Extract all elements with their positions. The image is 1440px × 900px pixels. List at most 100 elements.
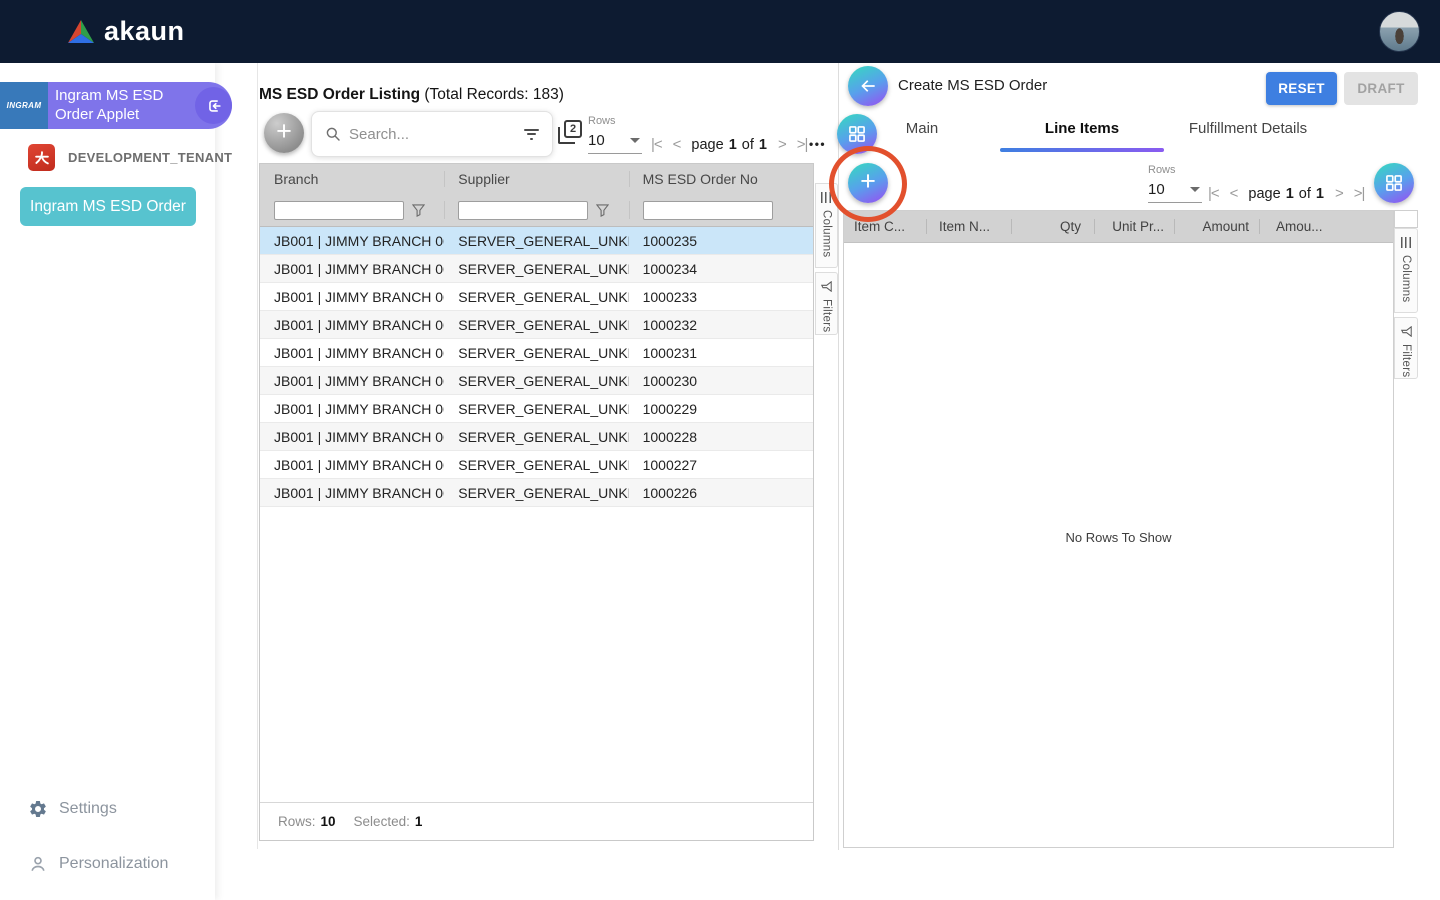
branch-filter-input[interactable]	[274, 201, 404, 220]
rows-per-page-select[interactable]: Rows 10	[1148, 164, 1202, 203]
sidebar-item-settings[interactable]: Settings	[28, 799, 117, 819]
prev-page-button[interactable]: <	[673, 136, 681, 153]
cell-branch: JB001 | JIMMY BRANCH 001	[260, 255, 444, 282]
cell-branch: JB001 | JIMMY BRANCH 001	[260, 311, 444, 338]
grid-header-row: Item C... Item N... Qty Unit Pr... Amoun…	[844, 211, 1393, 243]
create-order-panel: Create MS ESD Order RESET DRAFT Main Lin…	[838, 63, 1440, 850]
brand-name: akaun	[104, 16, 185, 47]
last-page-button[interactable]: >|	[797, 136, 808, 153]
cell-order-no: 1000226	[629, 479, 813, 506]
funnel-icon	[821, 281, 832, 292]
column-header-item-code[interactable]: Item C...	[844, 211, 926, 242]
funnel-icon[interactable]	[412, 204, 425, 217]
cell-branch: JB001 | JIMMY BRANCH 001	[260, 423, 444, 450]
table-row[interactable]: JB001 | JIMMY BRANCH 001 SERVER_GENERAL_…	[260, 255, 813, 283]
ingram-badge-icon: INGRAM	[0, 82, 48, 129]
listing-pagination: |< < page1of1 > >|	[651, 136, 807, 153]
arrow-left-icon	[858, 76, 878, 96]
supplier-filter-input[interactable]	[458, 201, 588, 220]
tab-main[interactable]: Main	[906, 120, 939, 137]
last-page-button[interactable]: >|	[1354, 185, 1365, 202]
search-box	[311, 111, 553, 157]
column-header-item-name[interactable]: Item N...	[926, 211, 1011, 242]
columns-side-tab[interactable]: Columns	[1394, 228, 1418, 313]
next-page-button[interactable]: >	[1335, 185, 1343, 202]
table-row[interactable]: JB001 | JIMMY BRANCH 001 SERVER_GENERAL_…	[260, 227, 813, 255]
table-row[interactable]: JB001 | JIMMY BRANCH 001 SERVER_GENERAL_…	[260, 423, 813, 451]
search-input[interactable]	[349, 126, 515, 143]
table-body: JB001 | JIMMY BRANCH 001 SERVER_GENERAL_…	[260, 227, 813, 507]
table-footer: Rows:10 Selected:1	[260, 802, 813, 840]
table-row[interactable]: JB001 | JIMMY BRANCH 001 SERVER_GENERAL_…	[260, 479, 813, 507]
prev-page-button[interactable]: <	[1230, 185, 1238, 202]
columns-icon	[821, 192, 832, 203]
column-header-branch[interactable]: Branch	[260, 164, 444, 194]
more-options-button[interactable]: •••	[809, 137, 826, 151]
column-header-qty[interactable]: Qty	[1011, 211, 1094, 242]
funnel-icon	[1401, 326, 1412, 337]
table-row[interactable]: JB001 | JIMMY BRANCH 001 SERVER_GENERAL_…	[260, 339, 813, 367]
sidebar-item-personalization[interactable]: Personalization	[28, 854, 168, 874]
tab-line-items[interactable]: Line Items	[1045, 120, 1119, 137]
table-row[interactable]: JB001 | JIMMY BRANCH 001 SERVER_GENERAL_…	[260, 395, 813, 423]
create-record-button[interactable]: +	[264, 113, 304, 153]
column-header-unit-price[interactable]: Unit Pr...	[1094, 211, 1174, 242]
chevron-down-icon	[630, 138, 640, 143]
column-header-amount[interactable]: Amount	[1174, 211, 1259, 242]
cell-branch: JB001 | JIMMY BRANCH 001	[260, 367, 444, 394]
tab-fulfillment-details[interactable]: Fulfillment Details	[1189, 120, 1307, 137]
columns-side-tab[interactable]: Columns	[815, 183, 838, 268]
line-items-pagination: |< < page1of1 > >|	[1208, 185, 1364, 202]
cell-supplier: SERVER_GENERAL_UNKNO...	[444, 311, 628, 338]
next-page-button[interactable]: >	[778, 136, 786, 153]
cell-supplier: SERVER_GENERAL_UNKNO...	[444, 423, 628, 450]
listing-title: MS ESD Order Listing (Total Records: 183…	[259, 86, 564, 104]
filters-side-tab[interactable]: Filters	[1394, 317, 1418, 379]
column-header-order-no[interactable]: MS ESD Order No	[629, 164, 813, 194]
active-tab-indicator	[1000, 148, 1164, 152]
grid-scroll-corner	[1394, 210, 1418, 228]
reset-button[interactable]: RESET	[1266, 72, 1337, 105]
filter-list-icon[interactable]	[523, 126, 539, 142]
applet-banner[interactable]: INGRAM Ingram MS ESD Order Applet	[0, 82, 232, 129]
rows-per-page-select[interactable]: Rows 10	[588, 115, 642, 154]
draft-button[interactable]: DRAFT	[1344, 72, 1418, 105]
table-row[interactable]: JB001 | JIMMY BRANCH 001 SERVER_GENERAL_…	[260, 311, 813, 339]
add-line-item-button[interactable]: +	[848, 163, 888, 203]
grid-view-button[interactable]	[1374, 163, 1414, 203]
first-page-button[interactable]: |<	[651, 136, 662, 153]
grid-icon	[1384, 173, 1404, 193]
funnel-icon[interactable]	[596, 204, 609, 217]
table-row[interactable]: JB001 | JIMMY BRANCH 001 SERVER_GENERAL_…	[260, 283, 813, 311]
page-indicator: page1of1	[1248, 186, 1324, 202]
duplicate-view-button[interactable]: 2	[557, 120, 582, 145]
module-button-ingram-ms-esd-order[interactable]: Ingram MS ESD Order	[20, 187, 196, 226]
first-page-button[interactable]: |<	[1208, 185, 1219, 202]
tenant-row[interactable]: DEVELOPMENT_TENANT	[28, 144, 232, 171]
table-row[interactable]: JB001 | JIMMY BRANCH 001 SERVER_GENERAL_…	[260, 367, 813, 395]
gear-icon	[28, 799, 48, 819]
user-avatar[interactable]	[1379, 11, 1420, 52]
order-listing-table: Branch Supplier MS ESD Order No JB001 | …	[259, 163, 814, 841]
cell-branch: JB001 | JIMMY BRANCH 001	[260, 479, 444, 506]
cell-branch: JB001 | JIMMY BRANCH 001	[260, 395, 444, 422]
order-no-filter-input[interactable]	[643, 201, 773, 220]
plus-icon: +	[860, 168, 876, 195]
filters-side-tab[interactable]: Filters	[815, 272, 838, 335]
page-indicator: page1of1	[691, 137, 767, 153]
table-filter-row	[260, 194, 813, 227]
chevron-down-icon	[1190, 187, 1200, 192]
cell-order-no: 1000235	[629, 227, 813, 254]
column-header-amount-2[interactable]: Amou...	[1259, 211, 1393, 242]
table-row[interactable]: JB001 | JIMMY BRANCH 001 SERVER_GENERAL_…	[260, 451, 813, 479]
grid-view-button[interactable]	[837, 114, 877, 154]
empty-grid-message: No Rows To Show	[844, 530, 1393, 545]
logout-icon	[205, 97, 223, 115]
tenant-logo-icon	[28, 144, 55, 171]
column-header-supplier[interactable]: Supplier	[444, 164, 628, 194]
table-header-row: Branch Supplier MS ESD Order No	[260, 164, 813, 194]
back-button[interactable]	[848, 66, 888, 106]
cell-order-no: 1000231	[629, 339, 813, 366]
cell-supplier: SERVER_GENERAL_UNKNO...	[444, 395, 628, 422]
exit-applet-button[interactable]	[195, 87, 232, 124]
